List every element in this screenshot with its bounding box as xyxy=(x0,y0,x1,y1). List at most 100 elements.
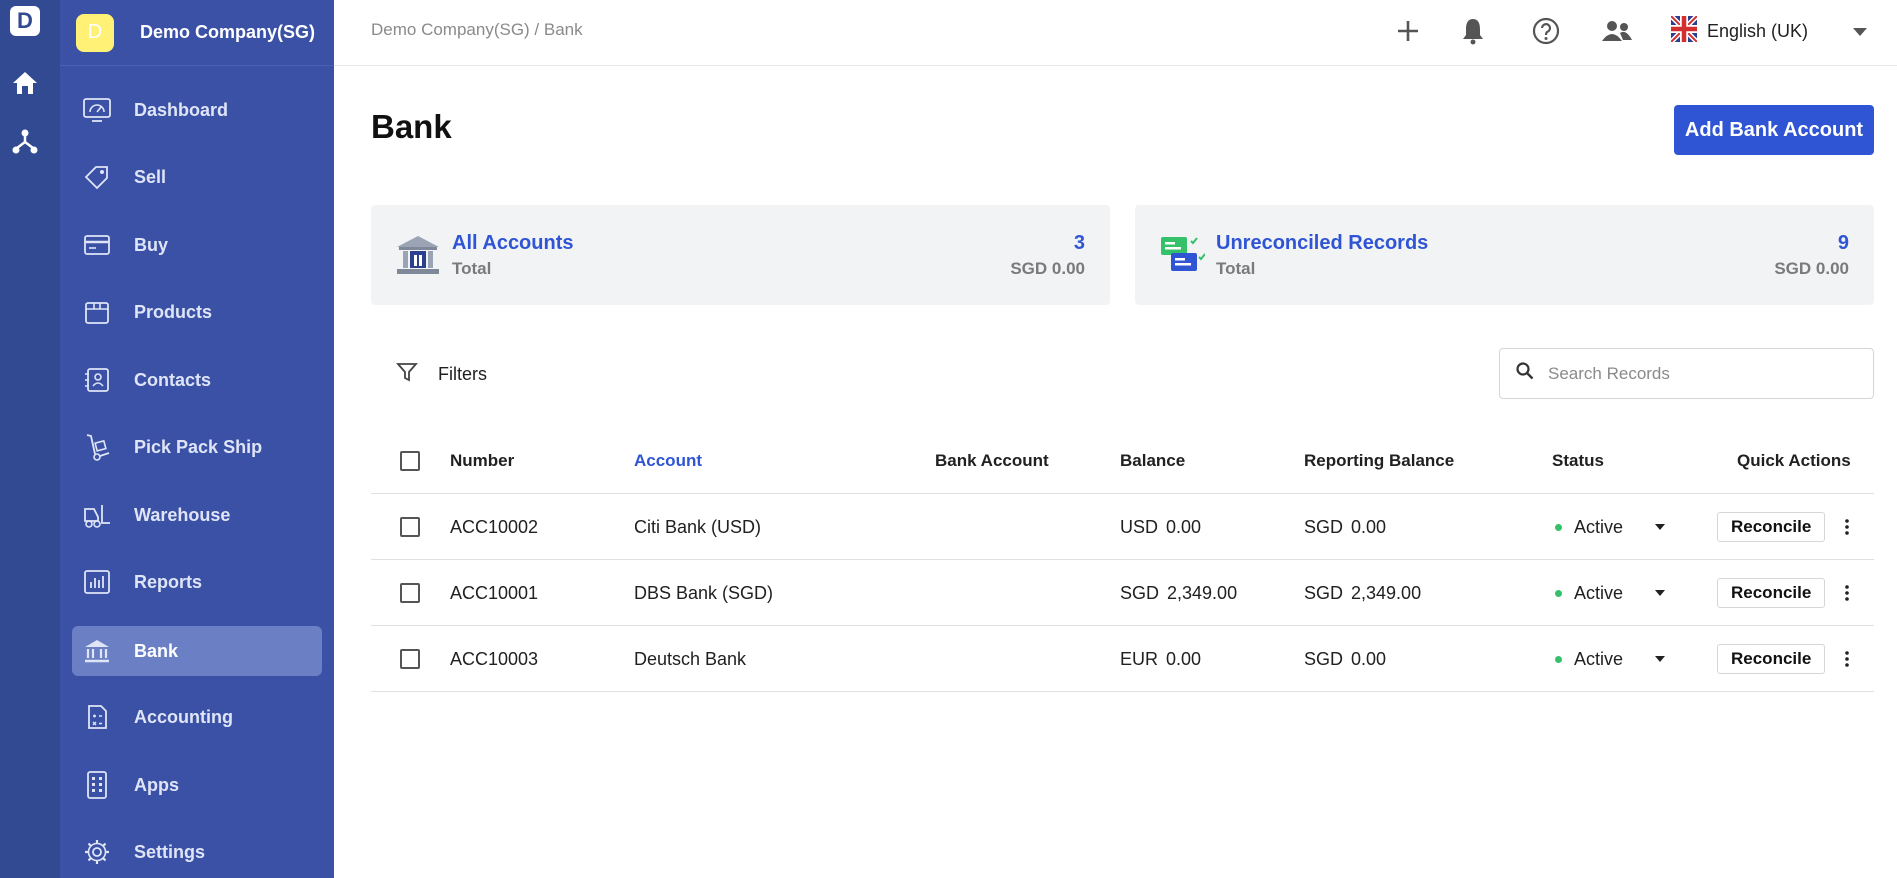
status-label: Active xyxy=(1574,516,1624,537)
home-icon[interactable] xyxy=(10,68,40,98)
language-label: English (UK) xyxy=(1707,21,1809,41)
balance-currency: SGD xyxy=(1120,582,1160,603)
gear-icon xyxy=(80,837,114,867)
cell-account: Citi Bank (USD) xyxy=(634,516,762,537)
sidebar-item-label: Reports xyxy=(134,571,203,592)
sidebar-item-warehouse[interactable]: Warehouse xyxy=(72,490,322,540)
chevron-down-icon xyxy=(1653,586,1667,600)
row-checkbox[interactable] xyxy=(400,649,420,669)
forklift-icon xyxy=(80,500,114,530)
table-row[interactable]: ACC10002 Citi Bank (USD) USD 0.00 SGD 0.00… xyxy=(371,494,1874,560)
reconcile-button[interactable]: Reconcile xyxy=(1717,578,1826,608)
status-label: Active xyxy=(1574,582,1624,603)
column-header-status[interactable]: Status xyxy=(1552,428,1604,494)
sidebar-item-label: Settings xyxy=(134,841,206,862)
help-icon[interactable] xyxy=(1529,14,1563,48)
card-icon xyxy=(80,230,114,260)
sidebar-item-products[interactable]: Products xyxy=(72,287,322,337)
table-row[interactable]: ACC10001 DBS Bank (SGD) SGD 2,349.00 SGD 2… xyxy=(371,560,1874,626)
sidebar-item-reports[interactable]: Reports xyxy=(72,557,322,607)
dolly-icon xyxy=(80,432,114,462)
company-switcher[interactable]: D Demo Company(SG) xyxy=(60,0,334,66)
cell-balance: SGD 2,349.00 xyxy=(1120,560,1237,626)
sidebar-item-sell[interactable]: Sell xyxy=(72,152,322,202)
cell-reporting-balance: SGD 2,349.00 xyxy=(1304,560,1421,626)
row-checkbox[interactable] xyxy=(400,517,420,537)
reporting-value: 2,349.00 xyxy=(1351,582,1422,603)
table-row[interactable]: ACC10003 Deutsch Bank EUR 0.00 SGD 0.00 Ac… xyxy=(371,626,1874,692)
breadcrumb[interactable]: Demo Company(SG) / Bank xyxy=(371,20,583,40)
reporting-value: 0.00 xyxy=(1351,648,1387,669)
more-vertical-icon[interactable] xyxy=(1837,578,1857,608)
card-amount: SGD 0.00 xyxy=(1774,259,1849,278)
app-logo[interactable]: D xyxy=(10,6,40,36)
status-dropdown[interactable]: Active xyxy=(1555,560,1667,626)
sidebar-item-apps[interactable]: Apps xyxy=(72,760,322,810)
network-icon[interactable] xyxy=(10,126,40,156)
accounts-table: Number Account Bank Account Balance Repo… xyxy=(371,428,1874,692)
chevron-down-icon[interactable] xyxy=(1848,22,1872,42)
sidebar-item-buy[interactable]: Buy xyxy=(72,220,322,270)
reports-icon xyxy=(80,567,114,597)
search-box[interactable] xyxy=(1499,348,1874,399)
status-dropdown[interactable]: Active xyxy=(1555,626,1667,692)
column-header-number[interactable]: Number xyxy=(450,428,514,494)
reconcile-button[interactable]: Reconcile xyxy=(1717,644,1826,674)
row-checkbox[interactable] xyxy=(400,583,420,603)
plus-icon[interactable] xyxy=(1391,14,1425,48)
users-icon[interactable] xyxy=(1600,14,1634,48)
bank-building-icon xyxy=(395,233,441,277)
reconcile-cell: Reconcile xyxy=(1717,494,1826,560)
language-selector[interactable]: English (UK) xyxy=(1669,14,1809,47)
sidebar-item-label: Dashboard xyxy=(134,99,229,120)
sidebar-item-label: Pick Pack Ship xyxy=(134,436,263,457)
balance-value: 0.00 xyxy=(1166,648,1202,669)
sidebar-item-settings[interactable]: Settings xyxy=(72,827,322,877)
reconcile-cell: Reconcile xyxy=(1717,626,1826,692)
status-dot xyxy=(1555,655,1562,663)
status-dropdown[interactable]: Active xyxy=(1555,494,1667,560)
cell-reporting-balance: SGD 0.00 xyxy=(1304,626,1386,692)
row-menu-cell xyxy=(1837,560,1857,626)
column-header-bank-account[interactable]: Bank Account xyxy=(935,428,1049,494)
reconcile-cell: Reconcile xyxy=(1717,560,1826,626)
card-amount: SGD 0.00 xyxy=(1010,259,1085,278)
sidebar-item-contacts[interactable]: Contacts xyxy=(72,355,322,405)
uk-flag-icon xyxy=(1669,14,1699,47)
status-dot xyxy=(1555,589,1562,597)
balance-value: 0.00 xyxy=(1166,516,1202,537)
summary-card-unreconciled-records[interactable]: Unreconciled Records Total 9 SGD 0.00 xyxy=(1135,205,1874,305)
card-count: 9 xyxy=(1837,232,1849,254)
records-icon xyxy=(1159,233,1206,277)
sidebar-item-accounting[interactable]: Accounting xyxy=(72,692,322,742)
column-header-reporting-balance[interactable]: Reporting Balance xyxy=(1304,428,1454,494)
summary-card-all-accounts[interactable]: All Accounts Total 3 SGD 0.00 xyxy=(371,205,1110,305)
row-select-cell xyxy=(400,494,420,560)
row-select-cell xyxy=(400,560,420,626)
sidebar-item-label: Warehouse xyxy=(134,504,231,525)
more-vertical-icon[interactable] xyxy=(1837,644,1857,674)
cell-balance: USD 0.00 xyxy=(1120,494,1201,560)
card-subtitle: Total xyxy=(452,259,492,278)
column-header-balance[interactable]: Balance xyxy=(1120,428,1185,494)
reconcile-button[interactable]: Reconcile xyxy=(1717,512,1826,542)
cell-account: DBS Bank (SGD) xyxy=(634,582,774,603)
bank-icon xyxy=(80,636,114,666)
filters-button[interactable]: Filters xyxy=(396,361,487,388)
column-header-account[interactable]: Account xyxy=(634,428,702,494)
sidebar-item-label: Accounting xyxy=(134,706,233,727)
sidebar-item-dashboard[interactable]: Dashboard xyxy=(72,85,322,135)
select-all-checkbox[interactable] xyxy=(400,451,420,471)
add-bank-account-button[interactable]: Add Bank Account xyxy=(1674,105,1874,155)
dashboard-icon xyxy=(80,95,114,125)
status-dot xyxy=(1555,523,1562,531)
bell-icon[interactable] xyxy=(1456,14,1490,48)
column-header-quick-actions: Quick Actions xyxy=(1737,451,1851,470)
sidebar-item-pick-pack-ship[interactable]: Pick Pack Ship xyxy=(72,422,322,472)
more-vertical-icon[interactable] xyxy=(1837,512,1857,542)
sidebar-item-bank[interactable]: Bank xyxy=(72,626,322,676)
search-input[interactable] xyxy=(1548,363,1848,384)
sidebar: D Demo Company(SG) Dashboard Sell Buy Pr… xyxy=(60,0,334,878)
sidebar-item-label: Apps xyxy=(134,774,179,795)
sidebar-item-label: Sell xyxy=(134,166,167,187)
